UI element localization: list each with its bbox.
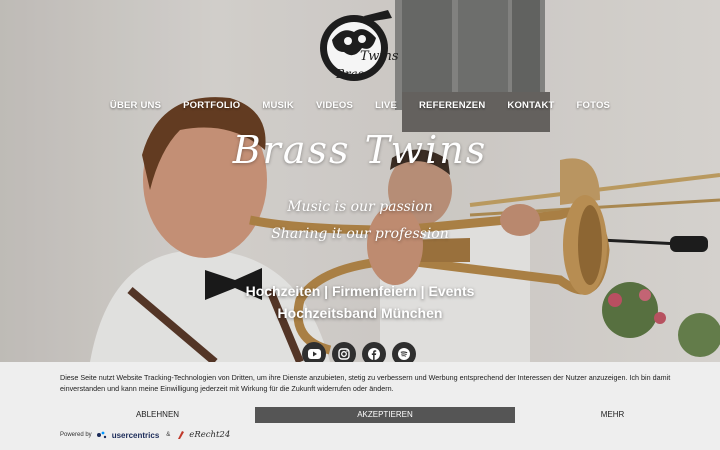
nav-item-ueber-uns[interactable]: ÜBER UNS xyxy=(99,100,172,111)
usercentrics-logo-icon xyxy=(96,431,106,439)
nav-item-portfolio[interactable]: PORTFOLIO xyxy=(172,100,251,111)
logo-text-twins: Twins xyxy=(360,49,399,64)
hero-tagline-2: Sharing it our profession xyxy=(271,226,449,242)
more-button[interactable]: MEHR xyxy=(515,407,710,423)
logo-text-brass: Brass xyxy=(335,67,370,81)
powered-by-label: Powered by xyxy=(60,432,92,438)
nav-item-kontakt[interactable]: KONTAKT xyxy=(496,100,565,111)
usercentrics-link[interactable]: usercentrics xyxy=(112,431,160,440)
erecht24-link[interactable]: eRecht24 xyxy=(189,430,230,440)
brass-twins-logo[interactable]: Twins Brass xyxy=(318,8,402,88)
hero-tagline-1: Music is our passion xyxy=(287,199,433,215)
powered-by: Powered by usercentrics & eRecht24 xyxy=(60,428,230,442)
nav-item-videos[interactable]: VIDEOS xyxy=(305,100,364,111)
nav-item-live[interactable]: LIVE xyxy=(364,100,408,111)
erecht24-logo-icon xyxy=(178,431,185,439)
accept-button[interactable]: AKZEPTIEREN xyxy=(255,407,515,423)
hero-subtitle-location: Hochzeitsband München xyxy=(277,305,443,321)
main-nav: ÜBER UNS PORTFOLIO MUSIK VIDEOS LIVE REF… xyxy=(0,100,720,111)
nav-item-fotos[interactable]: FOTOS xyxy=(566,100,622,111)
nav-item-musik[interactable]: MUSIK xyxy=(251,100,305,111)
hero-subtitle-services: Hochzeiten | Firmenfeiern | Events xyxy=(245,283,475,299)
decline-button[interactable]: ABLEHNEN xyxy=(60,407,255,423)
nav-item-referenzen[interactable]: REFERENZEN xyxy=(408,100,496,111)
hero-title: Brass Twins xyxy=(232,128,488,172)
cookie-banner-text: Diese Seite nutzt Website Tracking-Techn… xyxy=(60,373,671,393)
powered-by-and: & xyxy=(166,432,171,438)
cookie-banner: Diese Seite nutzt Website Tracking-Techn… xyxy=(0,362,720,450)
